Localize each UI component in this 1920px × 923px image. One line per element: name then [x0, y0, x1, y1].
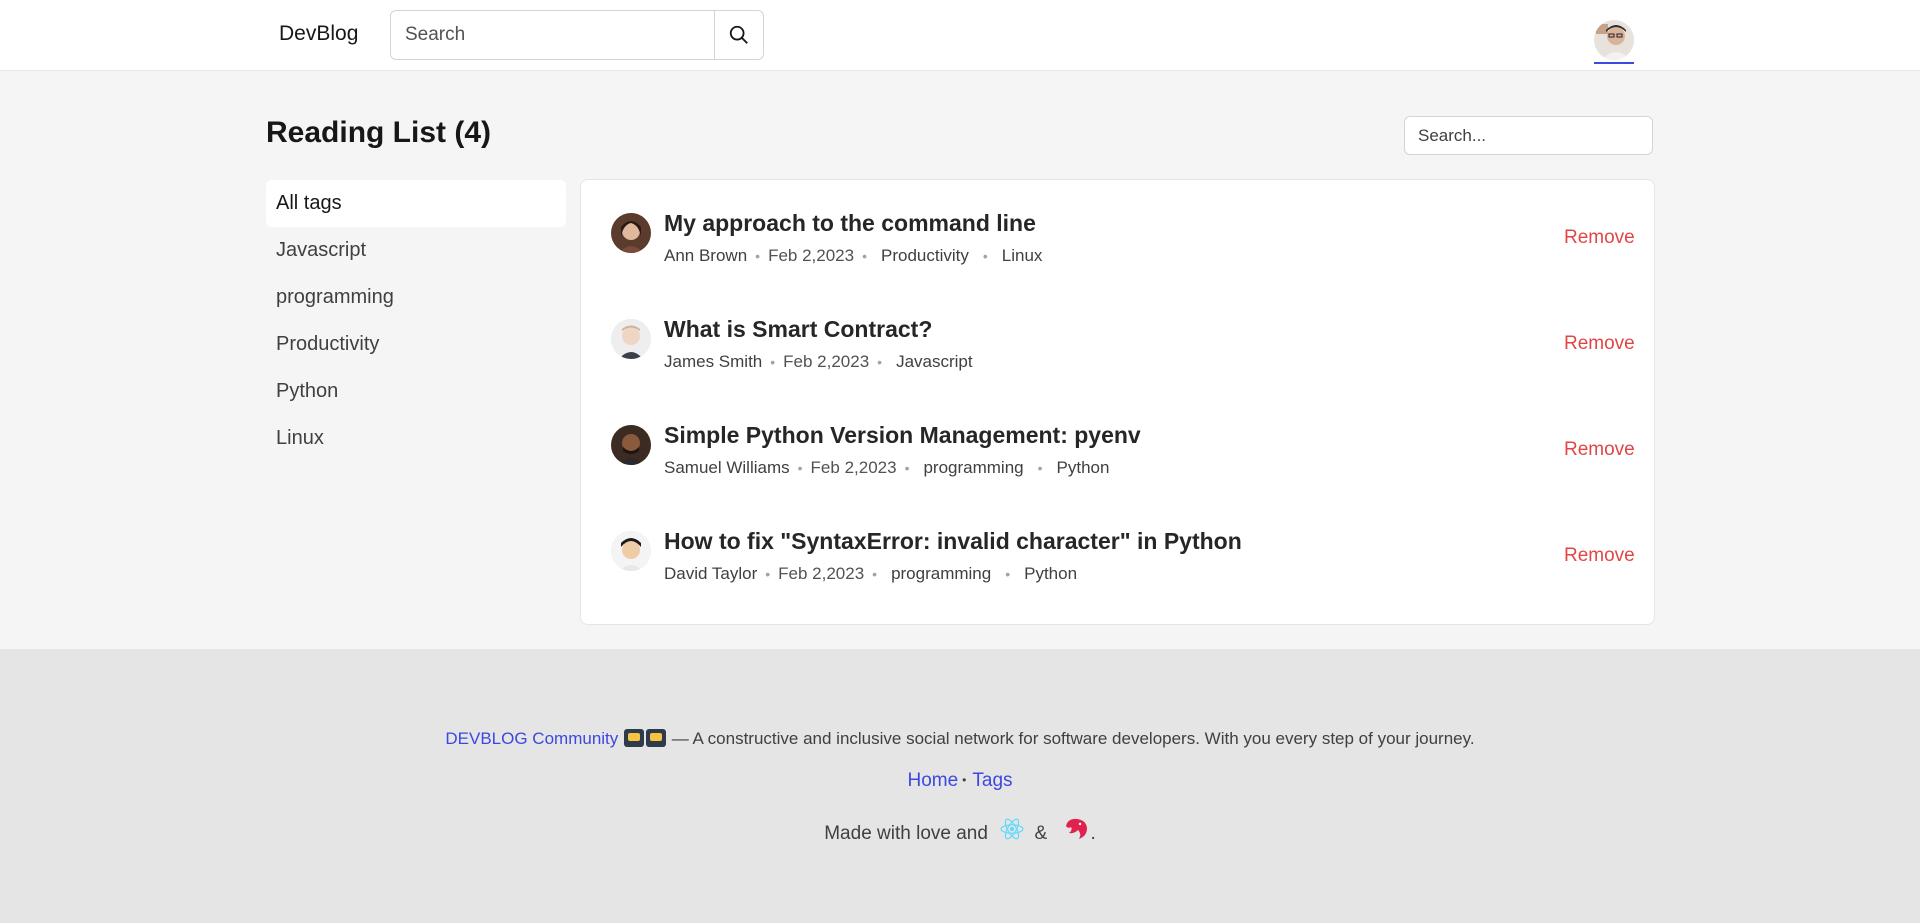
reading-list-search: [1404, 116, 1653, 155]
author-avatar[interactable]: [611, 531, 651, 571]
footer-tags-link[interactable]: Tags: [972, 770, 1012, 791]
footer-links: Home • Tags: [907, 770, 1013, 791]
react-icon: [1000, 818, 1024, 840]
author-avatar[interactable]: [611, 425, 651, 465]
article-meta: David Taylor • Feb 2,2023 • programming …: [664, 564, 1078, 584]
article-title[interactable]: What is Smart Contract?: [664, 316, 932, 343]
made-with-text: Made with love and: [824, 823, 988, 844]
tag-filter-productivity[interactable]: Productivity: [266, 321, 566, 368]
author-name[interactable]: Ann Brown: [664, 246, 747, 266]
article-title[interactable]: My approach to the command line: [664, 210, 1036, 237]
tag-filter-python[interactable]: Python: [266, 368, 566, 415]
user-avatar-button[interactable]: [1594, 20, 1634, 64]
header-search: [390, 10, 764, 60]
reading-list-search-button[interactable]: [1652, 117, 1653, 154]
reading-list: My approach to the command line Ann Brow…: [580, 179, 1655, 625]
remove-button[interactable]: Remove: [1564, 545, 1635, 567]
reading-list-search-input[interactable]: [1405, 117, 1652, 154]
article-tag[interactable]: Linux: [1002, 246, 1043, 266]
brand-logo[interactable]: DevBlog: [279, 22, 358, 46]
list-item: Simple Python Version Management: pyenv …: [611, 412, 1635, 492]
tag-filter-linux[interactable]: Linux: [266, 415, 566, 462]
author-name[interactable]: James Smith: [664, 352, 762, 372]
tag-filter-programming[interactable]: programming: [266, 274, 566, 321]
top-navbar: DevBlog: [0, 0, 1920, 71]
article-tag[interactable]: Python: [1024, 564, 1077, 584]
article-date: Feb 2,2023: [783, 352, 870, 371]
author-avatar[interactable]: [611, 213, 651, 253]
header-search-button[interactable]: [714, 11, 763, 59]
footer-credits: Made with love and & .: [0, 816, 1920, 845]
footer-home-link[interactable]: Home: [907, 770, 958, 791]
remove-button[interactable]: Remove: [1564, 333, 1635, 355]
list-item: My approach to the command line Ann Brow…: [611, 200, 1635, 280]
tag-filter-javascript[interactable]: Javascript: [266, 227, 566, 274]
article-meta: Samuel Williams • Feb 2,2023 • programmi…: [664, 458, 1110, 478]
laptop-person-icon: [646, 729, 667, 747]
author-name[interactable]: David Taylor: [664, 564, 757, 584]
author-avatar[interactable]: [611, 319, 651, 359]
article-tag[interactable]: programming: [891, 564, 991, 584]
remove-button[interactable]: Remove: [1564, 439, 1635, 461]
list-item: What is Smart Contract? James Smith • Fe…: [611, 306, 1635, 386]
article-meta: James Smith • Feb 2,2023 • Javascript: [664, 352, 973, 372]
article-date: Feb 2,2023: [768, 246, 855, 265]
footer-tagline: DEVBLOG Community — A constructive and i…: [0, 729, 1920, 749]
article-tag[interactable]: Python: [1057, 458, 1110, 478]
tag-filter-all[interactable]: All tags: [266, 180, 566, 227]
article-tag[interactable]: Productivity: [881, 246, 969, 266]
article-tag[interactable]: programming: [923, 458, 1023, 478]
article-tag[interactable]: Javascript: [896, 352, 973, 372]
page-title: Reading List (4): [266, 116, 492, 149]
nestjs-icon: [1066, 818, 1088, 839]
avatar: [1594, 20, 1634, 60]
article-title[interactable]: Simple Python Version Management: pyenv: [664, 422, 1141, 449]
list-item: How to fix "SyntaxError: invalid charact…: [611, 518, 1635, 598]
community-link[interactable]: DEVBLOG Community: [445, 729, 618, 748]
article-date: Feb 2,2023: [778, 564, 865, 583]
article-title[interactable]: How to fix "SyntaxError: invalid charact…: [664, 528, 1242, 555]
search-icon: [729, 25, 748, 44]
header-search-input[interactable]: [391, 11, 714, 59]
footer-description: — A constructive and inclusive social ne…: [671, 729, 1475, 748]
laptop-person-icon: [624, 729, 645, 747]
article-meta: Ann Brown • Feb 2,2023 • Productivity • …: [664, 246, 1043, 266]
site-footer: DEVBLOG Community — A constructive and i…: [0, 649, 1920, 923]
ampersand: &: [1034, 823, 1048, 844]
remove-button[interactable]: Remove: [1564, 227, 1635, 249]
article-date: Feb 2,2023: [810, 458, 897, 477]
tag-filter-list: All tags Javascript programming Producti…: [266, 180, 566, 462]
author-name[interactable]: Samuel Williams: [664, 458, 790, 478]
